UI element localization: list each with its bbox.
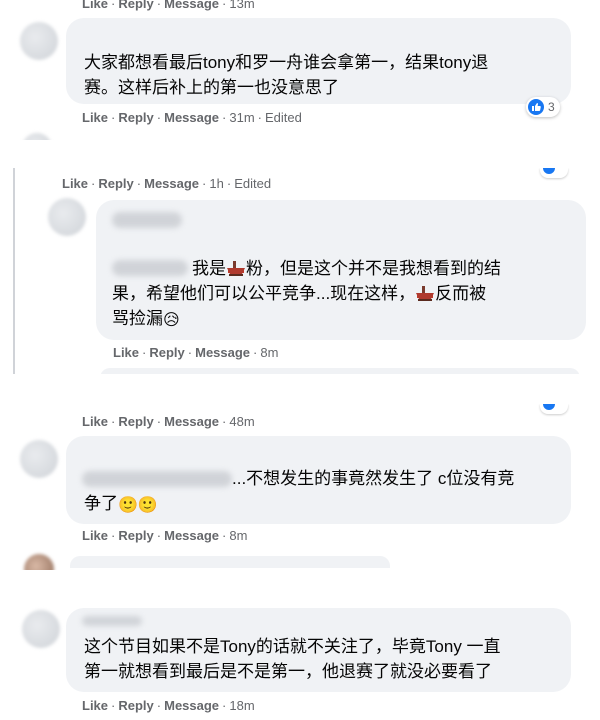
reply-link[interactable]: Reply [149,345,184,360]
reaction-number: 3 [548,100,555,114]
message-link[interactable]: Message [164,528,219,543]
like-link[interactable]: Like [82,414,108,429]
timestamp[interactable]: 8m [260,345,278,360]
timestamp[interactable]: 48m [229,414,254,429]
reply-link[interactable]: Reply [118,414,153,429]
avatar[interactable] [20,440,58,478]
comment-text: ...不想发生的事竟然发生了 c位没有竞 [232,469,515,488]
comment-text: 大家都想看最后tony和罗一舟谁会拿第一，结果tony退 [84,53,489,72]
reply-link[interactable]: Reply [98,176,133,191]
like-link[interactable]: Like [62,176,88,191]
reply-link[interactable]: Reply [118,110,153,125]
commenter-name-blurred[interactable] [82,471,232,487]
next-comment-bubble [100,368,580,374]
reaction-count[interactable] [540,168,568,178]
reply-link[interactable]: Reply [118,0,153,11]
message-link[interactable]: Message [195,345,250,360]
commenter-name-blurred[interactable] [112,260,188,276]
avatar[interactable] [48,198,86,236]
avatar[interactable] [22,133,52,140]
message-link[interactable]: Message [164,110,219,125]
comment-panel-4: 这个节目如果不是Tony的话就不关注了，毕竟Tony 一直 第一就想看到最后是不… [0,596,600,720]
timestamp[interactable]: 18m [229,698,254,713]
comment-panel-3: Like · Reply · Message · 48m ...不想发生的事竟然发生了 c位… [0,404,600,570]
comment-panel-1: Like · Reply · Message · 13m 大家都想看最后tony和罗一舟谁会… [0,0,600,140]
comment-actions: Like · Reply · Message · 8m [113,345,279,360]
ship-emoji-icon [416,286,435,301]
comment-actions: Like · Reply · Message · 48m [82,414,255,429]
avatar[interactable] [20,22,58,60]
comment-actions: Like · Reply · Message · 13m [82,0,255,11]
commenter-name-blurred[interactable] [82,616,142,626]
comment-text: 第一就想看到最后是不是第一，他退赛了就没必要看了 [84,662,492,681]
timestamp[interactable]: 31m [229,110,254,125]
like-link[interactable]: Like [82,110,108,125]
avatar[interactable] [22,610,60,648]
smile-emoji-icon: 🙂🙂 [118,497,158,514]
comment-text: 我是 粉，但是这个并不是我想看到的结 [192,259,501,278]
timestamp[interactable]: 13m [229,0,254,11]
comment-text: 赛。这样后补上的第一也没意思了 [84,78,339,97]
reply-link[interactable]: Reply [118,528,153,543]
reaction-count[interactable]: 3 [526,97,560,117]
like-link[interactable]: Like [82,698,108,713]
like-link[interactable]: Like [82,528,108,543]
next-comment-bubble [70,556,390,568]
reply-link[interactable]: Reply [118,698,153,713]
commenter-name-blurred[interactable] [112,212,182,228]
comment-actions: Like · Reply · Message · 18m [82,698,255,713]
thread-line [13,168,15,374]
like-link[interactable]: Like [82,0,108,11]
comment-actions: Like · Reply · Message · 31m · Edited [82,110,302,125]
timestamp[interactable]: 1h [209,176,223,191]
comment-text: 争了🙂🙂 [84,494,158,514]
message-link[interactable]: Message [164,414,219,429]
edited-label[interactable]: Edited [234,176,271,191]
ship-emoji-icon [227,261,245,276]
sad-face-emoji-icon: 😥 [163,312,180,329]
like-reaction-icon [528,99,544,115]
message-link[interactable]: Message [144,176,199,191]
edited-label[interactable]: Edited [265,110,302,125]
comment-text: 骂捡漏😥 [112,309,180,329]
timestamp[interactable]: 8m [229,528,247,543]
message-link[interactable]: Message [164,0,219,11]
comment-text: 这个节目如果不是Tony的话就不关注了，毕竟Tony 一直 [84,637,501,656]
comment-actions: Like · Reply · Message · 1h · Edited [62,176,272,191]
avatar[interactable] [24,554,54,570]
comment-panel-2: Like · Reply · Message · 1h · Edited 我是 粉，但是这个并不是… [0,168,600,374]
comment-text: 果，希望他们可以公平竞争...现在这样， 反而被 [112,284,487,303]
like-link[interactable]: Like [113,345,139,360]
message-link[interactable]: Message [164,698,219,713]
comment-actions: Like · Reply · Message · 8m [82,528,248,543]
reaction-count[interactable] [540,404,568,414]
